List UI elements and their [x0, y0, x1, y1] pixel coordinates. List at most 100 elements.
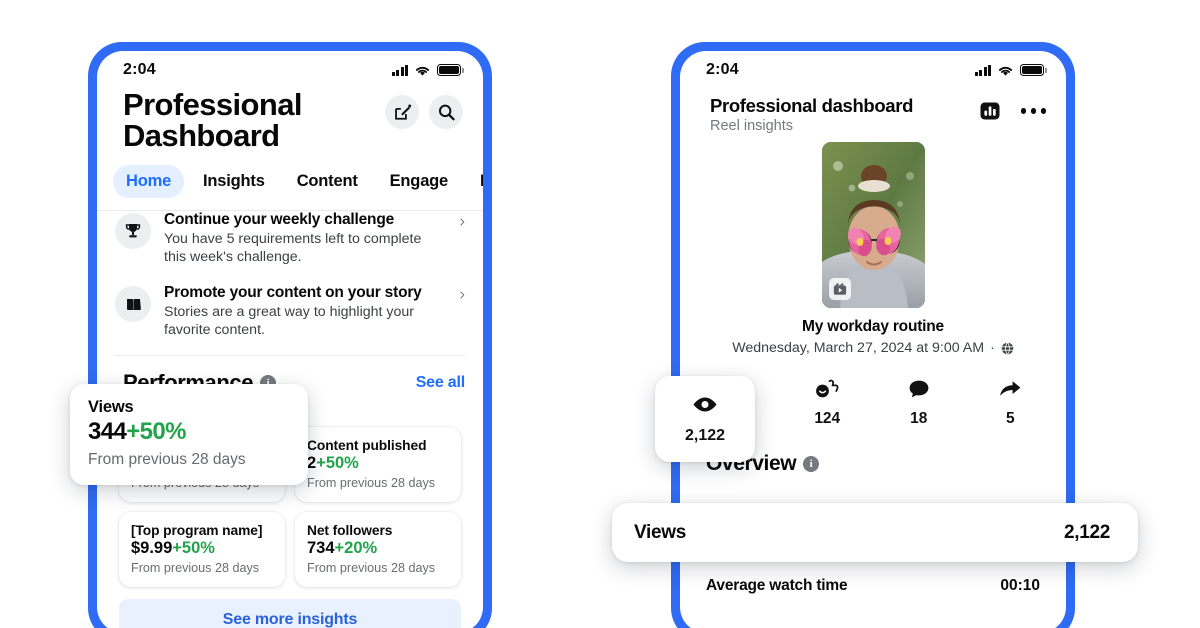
search-button[interactable] [429, 95, 463, 129]
trophy-icon-wrap [115, 213, 151, 249]
book-open-icon-wrap [115, 286, 151, 323]
battery-full-icon [437, 64, 464, 76]
stat-shares[interactable]: 5 [965, 378, 1057, 428]
right-status-bar: 2:04 [680, 51, 1066, 85]
metric-value-wrap: $9.99+50% [131, 539, 273, 558]
callout-stat-value: 2,122 [684, 427, 726, 444]
status-icons [391, 64, 464, 77]
share-arrow-icon [998, 378, 1022, 400]
stat-value: 5 [1005, 410, 1015, 427]
see-more-insights-button[interactable]: See more insights [119, 599, 461, 628]
metric-value: 734 [307, 539, 335, 558]
metric-card[interactable]: Net followers 734+20% From previous 28 d… [295, 512, 461, 588]
metric-value: 2 [307, 454, 317, 473]
post-thumbnail[interactable] [821, 142, 925, 308]
metric-value: $9.99 [131, 539, 173, 558]
overview-row-value: 00:10 [1000, 577, 1040, 594]
callout-views-stat[interactable]: 2,122 [655, 376, 755, 462]
callout-overview-views-row[interactable]: Views 2,122 [612, 503, 1138, 562]
metric-card[interactable]: Content published 2+50% From previous 28… [295, 427, 461, 503]
dashboard-tabs[interactable]: Home Insights Content Engage M [97, 151, 483, 211]
post-title: My workday routine [802, 318, 944, 335]
tab-insights[interactable]: Insights [190, 165, 278, 198]
metric-value-wrap: 734+20% [307, 539, 449, 558]
stat-value: 124 [814, 410, 841, 427]
feed-item-weekly-challenge[interactable]: Continue your weekly challenge You have … [97, 203, 483, 276]
meta-separator: · [990, 340, 995, 356]
callout-row-key: Views [634, 521, 687, 543]
feed-item-subtitle: You have 5 requirements left to complete… [164, 230, 422, 265]
callout-views-metric[interactable]: Views 344+50% From previous 28 days [70, 384, 308, 485]
post-meta: Wednesday, March 27, 2024 at 9:00 AM · [680, 340, 1066, 356]
chevron-right-icon [460, 291, 465, 299]
feed-item-title: Continue your weekly challenge [164, 211, 395, 228]
left-phone-screen: 2:04 Professional Dashboard Home Insight… [97, 51, 483, 628]
status-clock: 2:04 [123, 61, 156, 78]
feed-item-promote-story[interactable]: Promote your content on your story Stori… [97, 276, 483, 349]
metric-value-wrap: 2+50% [307, 454, 449, 473]
more-horizontal-button[interactable] [1020, 108, 1046, 114]
callout-label: Views [88, 398, 134, 416]
overview-row-average-watch-time[interactable]: Average watch time 00:10 [706, 566, 1040, 606]
callout-footer: From previous 28 days [88, 451, 246, 468]
metric-footer: From previous 28 days [131, 561, 260, 576]
reel-clapperboard-icon [828, 278, 851, 300]
stat-comments[interactable]: 18 [873, 378, 965, 428]
comment-bubble-icon [908, 378, 930, 400]
metric-delta: +20% [334, 539, 378, 558]
left-header: Professional Dashboard [97, 85, 483, 151]
feed-item-subtitle: Stories are a great way to highlight you… [164, 303, 414, 339]
book-open-icon [126, 298, 141, 310]
metric-label: Content published [307, 438, 427, 454]
overview-row-key: Average watch time [706, 577, 848, 594]
tab-home[interactable]: Home [113, 165, 185, 198]
callout-delta: +50% [126, 418, 186, 445]
wifi-icon [998, 66, 1013, 76]
metric-card[interactable]: [Top program name] $9.99+50% From previo… [119, 512, 285, 588]
post-thumbnail-wrap [680, 134, 1066, 308]
page-title: Professional dashboard [710, 95, 914, 116]
metric-delta: +50% [172, 539, 215, 558]
wifi-icon [415, 66, 430, 76]
cellular-bars-icon [974, 64, 991, 76]
stat-likes[interactable]: 124 [782, 378, 874, 428]
info-icon[interactable]: i [803, 456, 820, 472]
callout-row-value: 2,122 [1063, 521, 1110, 543]
cellular-bars-icon [391, 64, 408, 76]
trophy-icon [125, 224, 141, 238]
callout-value-wrap: 344+50% [88, 418, 290, 446]
stat-value: 18 [910, 410, 928, 427]
callout-value: 344 [88, 418, 127, 445]
metric-label: Net followers [307, 523, 393, 539]
compose-edit-icon [394, 104, 411, 120]
feed-item-text: Continue your weekly challenge You have … [164, 211, 443, 266]
tab-monetize-truncated[interactable]: M [467, 165, 483, 198]
left-status-bar: 2:04 [97, 51, 483, 85]
compose-edit-button[interactable] [385, 95, 419, 129]
reel-play-glyph [833, 283, 846, 295]
right-header: Professional dashboard Reel insights [680, 85, 1066, 134]
eye-icon [692, 393, 718, 415]
status-clock: 2:04 [706, 61, 739, 78]
likes-reaction-icon [815, 378, 839, 400]
page-title: Professional Dashboard [123, 87, 302, 153]
battery-full-icon [1020, 64, 1047, 76]
metric-footer: From previous 28 days [307, 561, 436, 576]
screenshot-canvas: 2:04 Professional Dashboard Home Insight… [0, 0, 1200, 628]
feed-item-title: Promote your content on your story [164, 284, 422, 302]
status-icons [974, 64, 1047, 77]
post-date-text: Wednesday, March 27, 2024 at 9:00 AM [732, 340, 985, 356]
tab-engage[interactable]: Engage [377, 165, 461, 198]
chevron-left-button[interactable] [696, 91, 710, 113]
right-header-titles: Professional dashboard Reel insights [710, 91, 979, 134]
metric-footer: From previous 28 days [307, 476, 436, 491]
bar-chart-button[interactable] [979, 100, 1001, 122]
globe-icon [1001, 341, 1014, 355]
right-header-actions [979, 91, 1046, 122]
search-icon [438, 104, 455, 120]
left-header-actions [385, 87, 463, 129]
page-subtitle: Reel insights [710, 118, 794, 134]
tab-content[interactable]: Content [284, 165, 371, 198]
metric-delta: +50% [316, 454, 359, 473]
see-all-link[interactable]: See all [416, 374, 466, 392]
